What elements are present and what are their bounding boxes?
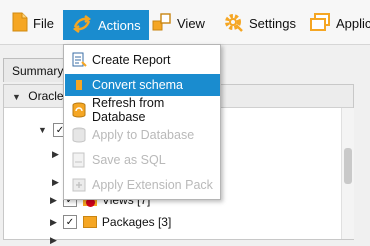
convert-icon — [71, 77, 87, 93]
main-toolbar: File Actions View Settings Applic — [0, 0, 370, 45]
menu-item-convert-schema[interactable]: Convert schema — [65, 74, 220, 96]
menu-item-label: Save as SQL — [92, 153, 166, 167]
actions-menu-button[interactable]: Actions — [63, 10, 149, 40]
apply-db-icon — [71, 127, 87, 143]
settings-menu-button[interactable]: Settings — [222, 10, 296, 36]
view-menu-label: View — [177, 15, 205, 31]
application-icon — [309, 12, 331, 35]
refresh-db-icon — [71, 102, 87, 118]
menu-item-save-as-sql: Save as SQL — [65, 149, 220, 171]
actions-dropdown-menu: Create Report Convert schema Refresh fro… — [63, 44, 221, 200]
menu-item-label: Create Report — [92, 53, 171, 67]
actions-icon — [71, 13, 93, 38]
expand-down-icon[interactable]: ▼ — [38, 125, 47, 135]
tree-row-packages[interactable]: ▶ ✓ Packages [3] — [50, 215, 171, 229]
application-menu-button[interactable]: Applic — [309, 10, 370, 36]
tree-root-label: Oracle — [28, 89, 64, 103]
tree-checkbox[interactable]: ✓ — [62, 215, 77, 229]
tab-summary[interactable]: Summary — [3, 58, 65, 82]
extension-pack-icon — [71, 177, 87, 193]
tree-row[interactable]: ▶ — [52, 149, 59, 160]
tab-summary-label: Summary — [12, 64, 64, 78]
settings-menu-label: Settings — [249, 15, 296, 31]
tree-row[interactable]: ▶ — [52, 177, 59, 188]
expand-right-icon[interactable]: ▶ — [52, 177, 59, 188]
menu-item-refresh-from-database[interactable]: Refresh from Database — [65, 96, 220, 124]
menu-item-label: Refresh from Database — [92, 96, 165, 124]
scrollbar-thumb[interactable] — [344, 148, 352, 184]
menu-item-apply-to-database: Apply to Database — [65, 124, 220, 146]
menu-item-create-report[interactable]: Create Report — [65, 49, 220, 71]
sql-icon — [71, 152, 87, 168]
tree-scrollbar[interactable] — [341, 108, 354, 239]
packages-label: Packages [3] — [101, 215, 172, 229]
tree-row[interactable]: ▶ — [50, 235, 57, 246]
actions-menu-label: Actions — [98, 17, 141, 33]
expand-right-icon[interactable]: ▶ — [52, 149, 59, 160]
report-icon — [71, 52, 87, 68]
expand-right-icon[interactable]: ▶ — [50, 217, 57, 228]
settings-icon — [222, 11, 244, 36]
packages-icon — [82, 216, 97, 228]
application-menu-label: Applic — [336, 15, 370, 31]
file-menu-label: File — [33, 15, 54, 31]
expand-down-icon[interactable]: ▼ — [12, 92, 21, 102]
expand-right-icon[interactable]: ▶ — [50, 195, 57, 206]
tree-root-oracle[interactable]: ▼ Oracle — [12, 89, 64, 103]
menu-item-label: Apply Extension Pack — [92, 178, 213, 192]
menu-item-label: Convert schema — [92, 78, 184, 92]
expand-right-icon[interactable]: ▶ — [50, 235, 57, 246]
menu-item-label: Apply to Database — [92, 128, 195, 142]
menu-item-apply-extension-pack: Apply Extension Pack — [65, 174, 220, 196]
view-icon — [152, 12, 172, 35]
file-menu-button[interactable]: File — [12, 10, 54, 36]
view-menu-button[interactable]: View — [152, 10, 205, 36]
file-icon — [12, 12, 28, 35]
